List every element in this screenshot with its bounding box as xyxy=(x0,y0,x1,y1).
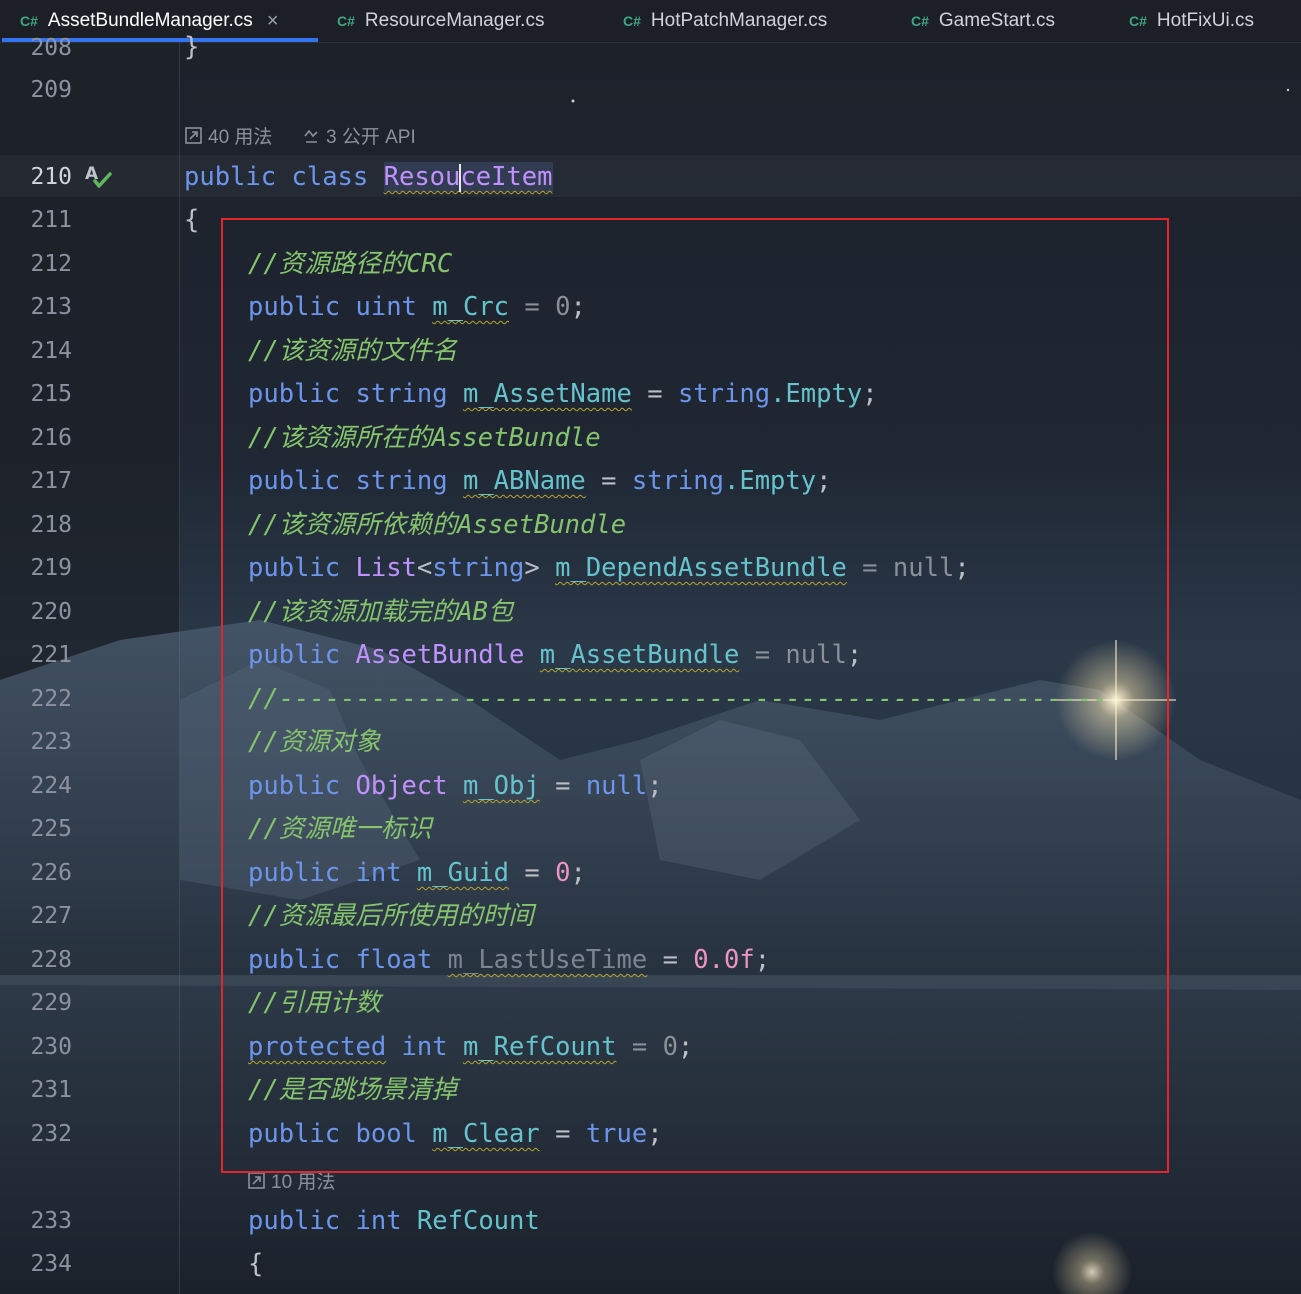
code-line-217: public string m_ABName = string.Empty; xyxy=(248,466,832,496)
line-number: 227 xyxy=(30,903,72,929)
code-line-232: public bool m_Clear = true; xyxy=(248,1119,663,1149)
code-line-214: //该资源的文件名 xyxy=(248,336,458,366)
line-number: 218 xyxy=(30,512,72,538)
code-line-225: //资源唯一标识 xyxy=(248,814,432,844)
line-number: 222 xyxy=(30,686,72,712)
line-number: 215 xyxy=(30,381,72,407)
line-number: 214 xyxy=(30,338,72,364)
line-number: 229 xyxy=(30,990,72,1016)
code-line-228: public float m_LastUseTime = 0.0f; xyxy=(248,945,771,975)
refcount-usages-hint[interactable]: 10 用法 xyxy=(248,1167,335,1194)
line-number: 208 xyxy=(30,35,72,61)
gutter-separator xyxy=(179,42,180,1294)
usages-icon xyxy=(185,127,202,144)
code-line-220: //该资源加载完的AB包 xyxy=(248,597,514,627)
code-line-216: //该资源所在的AssetBundle xyxy=(248,423,601,453)
line-number: 234 xyxy=(30,1251,72,1277)
code-line-230: protected int m_RefCount = 0; xyxy=(248,1032,694,1062)
tab-gamestart[interactable]: C# GameStart.cs xyxy=(911,0,1055,42)
csharp-file-icon: C# xyxy=(337,13,355,29)
line-number: 212 xyxy=(30,251,72,277)
code-line-231: //是否跳场景清掉 xyxy=(248,1075,458,1105)
csharp-file-icon: C# xyxy=(623,13,641,29)
code-line-213: public uint m_Crc = 0; xyxy=(248,292,586,322)
code-line-212: //资源路径的CRC xyxy=(248,249,453,279)
public-api-hint[interactable]: 3 公开 API xyxy=(303,122,416,149)
code-line-218: //该资源所依赖的AssetBundle xyxy=(248,510,627,540)
line-number: 232 xyxy=(30,1121,72,1147)
code-line-215: public string m_AssetName = string.Empty… xyxy=(248,379,878,409)
api-icon xyxy=(304,129,318,143)
csharp-file-icon: C# xyxy=(20,13,38,29)
public-api-text: 3 公开 API xyxy=(326,127,416,148)
line-number: 228 xyxy=(30,947,72,973)
csharp-file-icon: C# xyxy=(1129,13,1147,29)
tab-label: AssetBundleManager.cs xyxy=(47,10,253,31)
line-number: 221 xyxy=(30,642,72,668)
usages-icon xyxy=(248,1172,265,1189)
line-number: 211 xyxy=(30,207,72,233)
csharp-file-icon: C# xyxy=(911,13,929,29)
close-icon[interactable]: × xyxy=(267,10,279,33)
code-line-234: { xyxy=(248,1249,264,1279)
line-number: 210 xyxy=(30,164,72,190)
code-line-223: //资源对象 xyxy=(248,727,381,757)
line-number: 223 xyxy=(30,729,72,755)
line-number: 225 xyxy=(30,816,72,842)
tab-resourcemanager[interactable]: C# ResourceManager.cs xyxy=(337,0,544,42)
usages-hint[interactable]: 40 用法 xyxy=(185,122,272,149)
tab-label: GameStart.cs xyxy=(938,10,1056,31)
line-number: 209 xyxy=(30,77,72,103)
line-number: 230 xyxy=(30,1034,72,1060)
tab-hotpatchmanager[interactable]: C# HotPatchManager.cs xyxy=(623,0,827,42)
code-line-229: //引用计数 xyxy=(248,988,381,1018)
tab-label: HotPatchManager.cs xyxy=(650,10,828,31)
code-line-210: public class ResouceItem xyxy=(184,162,553,192)
usages-text: 40 用法 xyxy=(208,127,273,148)
line-number: 233 xyxy=(30,1208,72,1234)
line-number: 220 xyxy=(30,599,72,625)
code-line-227: //资源最后所使用的时间 xyxy=(248,901,534,931)
tab-label: ResourceManager.cs xyxy=(364,10,545,31)
line-number: 224 xyxy=(30,773,72,799)
line-number: 216 xyxy=(30,425,72,451)
code-line-219: public List<string> m_DependAssetBundle … xyxy=(248,553,970,583)
tab-label: HotFixUi.cs xyxy=(1156,10,1255,31)
code-line-224: public Object m_Obj = null; xyxy=(248,771,663,801)
code-line-222: //--------------------------------------… xyxy=(248,684,1108,714)
usages-text: 10 用法 xyxy=(271,1172,336,1193)
line-number: 226 xyxy=(30,860,72,886)
line-number: 213 xyxy=(30,294,72,320)
tab-hotfixui[interactable]: C# HotFixUi.cs xyxy=(1129,0,1254,42)
inspection-ok-icon[interactable]: A xyxy=(84,162,112,190)
code-line-226: public int m_Guid = 0; xyxy=(248,858,586,888)
class-name-resouceitem[interactable]: ResouceItem xyxy=(383,162,553,192)
code-line-208: } xyxy=(184,32,200,62)
line-number: 231 xyxy=(30,1077,72,1103)
code-line-221: public AssetBundle m_AssetBundle = null; xyxy=(248,640,863,670)
code-line-233: public int RefCount xyxy=(248,1206,540,1236)
code-line-211: { xyxy=(184,205,200,235)
line-number: 219 xyxy=(30,555,72,581)
line-number: 217 xyxy=(30,468,72,494)
